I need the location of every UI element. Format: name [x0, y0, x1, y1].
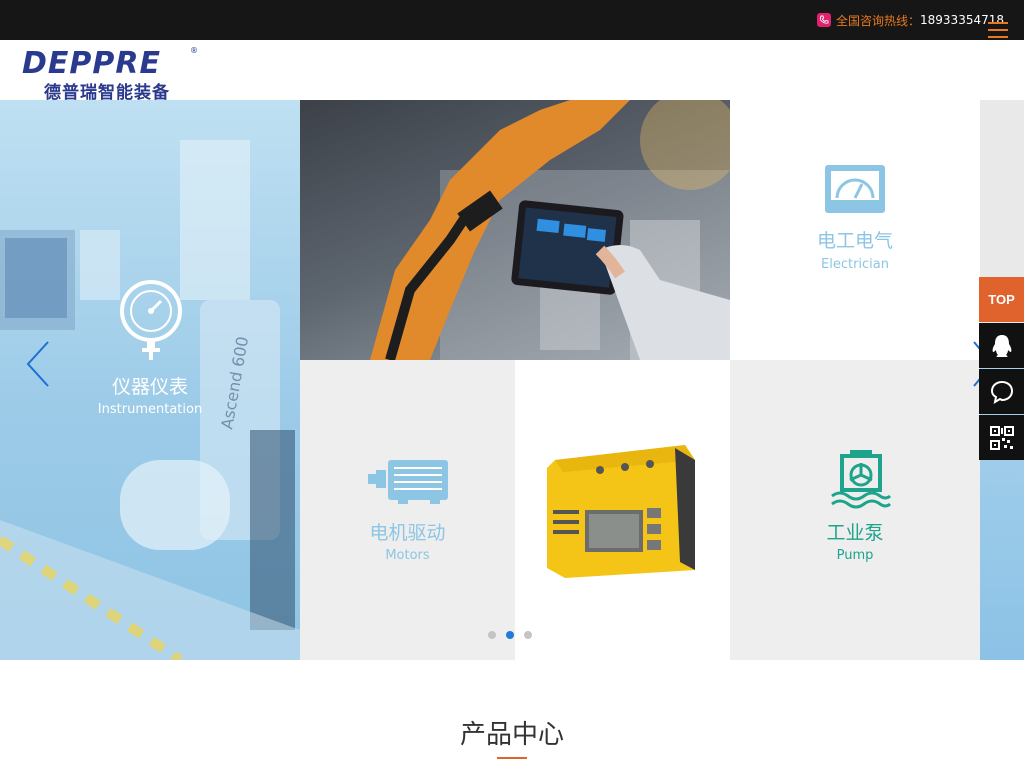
- motor-icon: [368, 456, 450, 504]
- logo[interactable]: DEPPRE ® 德普瑞智能装备: [20, 46, 210, 103]
- robot-arm-image: [370, 100, 730, 360]
- carousel-pagination: [488, 631, 532, 639]
- category-title-pump: 工业泵: [826, 522, 884, 544]
- safety-controller-image: [547, 445, 695, 578]
- robot-photo: [300, 100, 730, 360]
- menu-icon[interactable]: [988, 22, 1008, 38]
- device-photo: [515, 360, 730, 660]
- logo-reg-mark: ®: [190, 46, 198, 55]
- chat-icon: [990, 380, 1013, 404]
- chevron-left-icon: [26, 341, 49, 387]
- carousel-dot[interactable]: [524, 631, 532, 639]
- qrcode-button[interactable]: [979, 415, 1024, 460]
- prev-slide-button[interactable]: [24, 340, 54, 388]
- back-to-top-button[interactable]: TOP: [979, 277, 1024, 322]
- section-title: 产品中心: [459, 720, 564, 750]
- category-subtitle-electrician: Electrician: [821, 257, 889, 272]
- qq-button[interactable]: [979, 323, 1024, 368]
- qq-icon: [992, 334, 1011, 357]
- top-bar: 全国咨询热线： 18933354718: [0, 0, 1024, 40]
- category-subtitle-motors: Motors: [385, 548, 430, 563]
- logo-text: DEPPRE: [22, 46, 161, 81]
- online-chat-button[interactable]: [979, 369, 1024, 414]
- pressure-gauge-icon: [118, 278, 184, 362]
- category-title-motors: 电机驱动: [369, 522, 446, 544]
- category-tile-electrician[interactable]: 电工电气 Electrician: [730, 100, 980, 360]
- category-subtitle-pump: Pump: [836, 548, 874, 563]
- meter-icon: [824, 164, 886, 214]
- category-tile-pump[interactable]: 工业泵 Pump: [730, 360, 980, 660]
- site-header: DEPPRE ® 德普瑞智能装备: [0, 40, 1024, 103]
- qrcode-icon: [989, 425, 1014, 450]
- pump-icon: [830, 450, 892, 510]
- hotline: 全国咨询热线： 18933354718: [817, 11, 1004, 29]
- category-subtitle-instrumentation: Instrumentation: [97, 402, 203, 417]
- side-toolbar: TOP: [979, 277, 1024, 461]
- phone-icon: [817, 13, 831, 27]
- hotline-label: 全国咨询热线：: [836, 13, 921, 28]
- category-tile-motors[interactable]: 电机驱动 Motors: [300, 360, 515, 660]
- category-title-electrician: 电工电气: [816, 230, 893, 252]
- section-title-underline: [497, 757, 527, 759]
- carousel-dot[interactable]: [488, 631, 496, 639]
- banner-carousel: Ascend 600 仪器仪表 Instrumentation 电工电气 Ele…: [0, 100, 1024, 660]
- carousel-dot-active[interactable]: [506, 631, 514, 639]
